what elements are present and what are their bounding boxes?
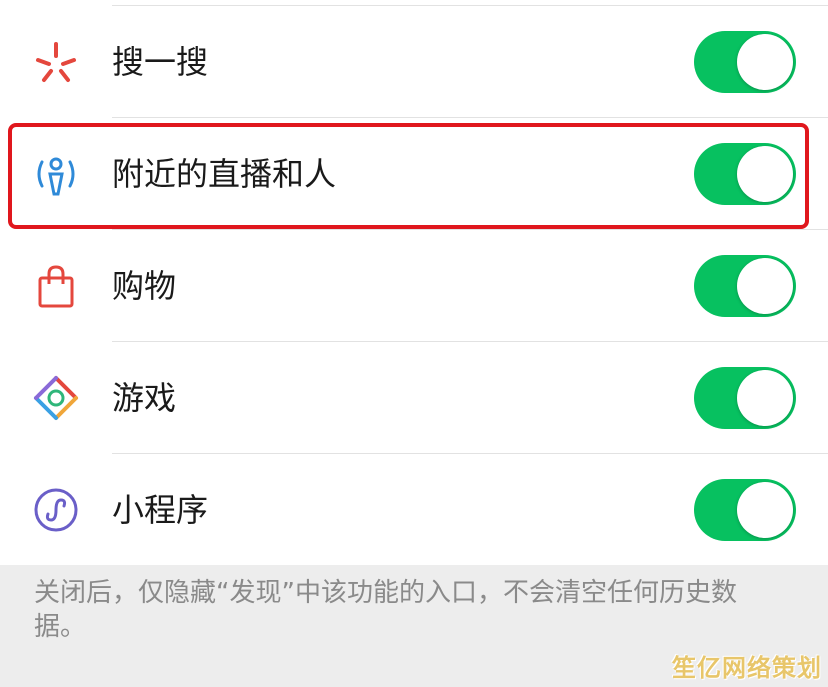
search-toggle[interactable] (694, 31, 796, 93)
toggle-knob (737, 34, 793, 90)
row-nearby-live-people[interactable]: 附近的直播和人 (0, 118, 828, 230)
settings-list: 搜一搜 附近的直播和人 购物 游戏 小程序 (0, 0, 828, 565)
toggle-knob (737, 258, 793, 314)
toggle-knob (737, 370, 793, 426)
mini-program-label: 小程序 (112, 491, 209, 529)
toggle-knob (737, 146, 793, 202)
games-toggle[interactable] (694, 367, 796, 429)
shopping-label: 购物 (112, 267, 177, 305)
game-diamond-icon (34, 376, 78, 420)
footer-note: 关闭后，仅隐藏“发现”中该功能的入口，不会清空任何历史数据。 (34, 578, 737, 642)
watermark: 笙亿网络策划 (672, 654, 822, 682)
row-games[interactable]: 游戏 (0, 342, 828, 454)
mini-program-toggle[interactable] (694, 479, 796, 541)
shopping-toggle[interactable] (694, 255, 796, 317)
nearby-label: 附近的直播和人 (112, 155, 337, 193)
row-search[interactable]: 搜一搜 (0, 6, 828, 118)
row-mini-programs[interactable]: 小程序 (0, 454, 828, 566)
nearby-toggle[interactable] (694, 143, 796, 205)
mini-program-icon (34, 488, 78, 532)
toggle-knob (737, 482, 793, 538)
games-label: 游戏 (112, 379, 177, 417)
nearby-person-icon (37, 157, 75, 196)
search-label: 搜一搜 (112, 43, 209, 81)
row-shopping[interactable]: 购物 (0, 230, 828, 342)
search-star-icon (36, 42, 76, 82)
shopping-bag-icon (38, 265, 74, 308)
